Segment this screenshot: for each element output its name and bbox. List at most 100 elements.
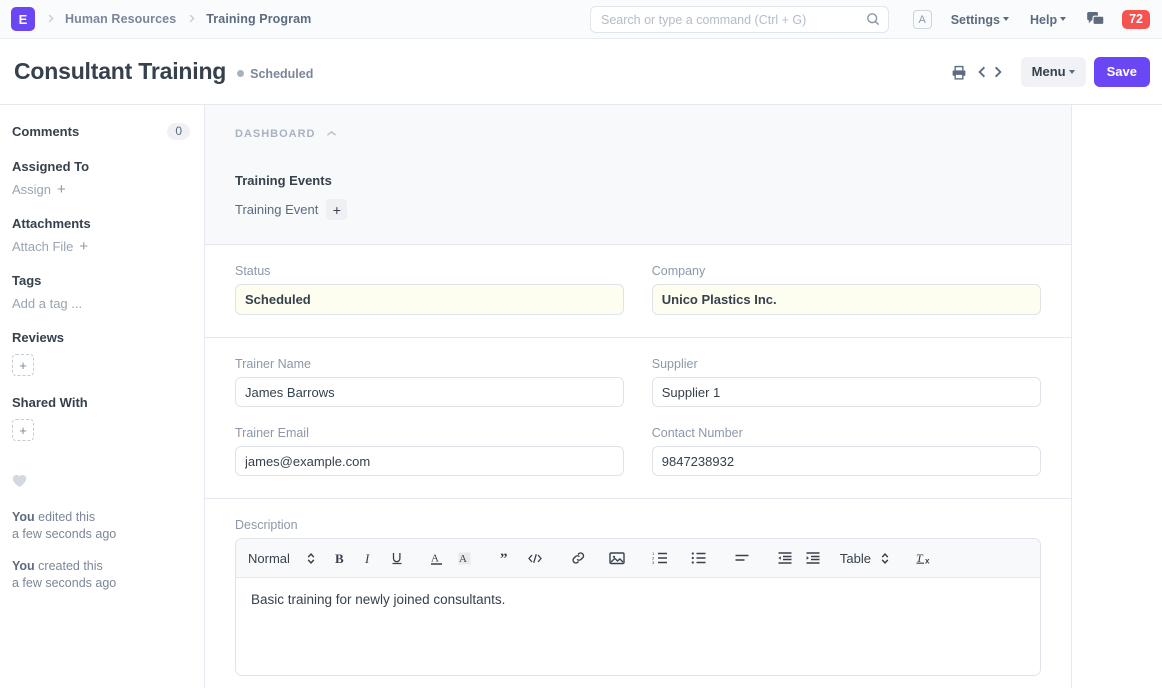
print-icon[interactable] <box>950 64 968 81</box>
code-icon[interactable] <box>523 546 548 571</box>
ordered-list-icon[interactable]: 123 <box>648 546 673 571</box>
navbar-right-actions: A Settings Help 72 <box>912 0 1150 39</box>
tags-label: Tags <box>12 273 42 288</box>
search-container <box>590 6 889 33</box>
comments-count-badge: 0 <box>167 123 190 140</box>
add-review-button[interactable]: + <box>12 354 34 376</box>
breadcrumb-separator-icon <box>45 13 56 26</box>
chevron-down-icon-3 <box>1068 69 1075 74</box>
outdent-icon[interactable] <box>773 546 798 571</box>
activity-created-action: created this <box>34 559 103 573</box>
trainer-name-input[interactable] <box>235 377 624 407</box>
activity-created-who: You <box>12 559 35 573</box>
training-events-heading: Training Events <box>235 173 332 188</box>
chevron-updown-icon-2 <box>880 552 890 565</box>
blockquote-icon[interactable]: ” <box>495 546 520 571</box>
chevron-updown-icon <box>306 552 316 565</box>
field-trainer-name: Trainer Name <box>235 357 624 407</box>
font-color-icon[interactable]: A <box>424 546 449 571</box>
company-input[interactable] <box>651 284 1041 315</box>
trainer-email-input[interactable] <box>235 446 624 476</box>
top-navbar: E Human Resources Training Program A Set… <box>0 0 1162 39</box>
page-title: Consultant Training <box>14 58 227 84</box>
text-style-select[interactable]: Normal <box>248 551 316 566</box>
italic-icon[interactable]: I <box>357 546 382 571</box>
page-body: Comments 0 Assigned To Assign + Attachme… <box>0 105 1162 688</box>
save-button[interactable]: Save <box>1093 57 1150 87</box>
svg-text:x: x <box>925 556 930 565</box>
right-gutter <box>1071 105 1162 688</box>
field-contact-number: Contact Number <box>651 426 1041 476</box>
search-input[interactable] <box>590 6 889 33</box>
clear-formatting-icon[interactable]: Tx <box>912 546 937 571</box>
training-event-link[interactable]: Training Event <box>235 202 318 217</box>
breadcrumb-training-program[interactable]: Training Program <box>206 12 311 26</box>
sidebar-section-reviews: Reviews + <box>12 330 190 376</box>
field-company: Company <box>651 264 1041 315</box>
activity-edited-action: edited this <box>34 510 96 524</box>
form-section-trainer: Trainer Name Supplier Trainer Email Cont… <box>205 338 1071 499</box>
sidebar-section-comments: Comments 0 <box>12 123 190 140</box>
status-input[interactable] <box>235 284 624 315</box>
breadcrumb-human-resources[interactable]: Human Resources <box>65 12 176 26</box>
image-icon[interactable] <box>605 546 630 571</box>
reviews-label: Reviews <box>12 330 65 345</box>
chevron-down-icon <box>1003 17 1009 22</box>
highlight-color-icon[interactable]: A <box>452 546 477 571</box>
svg-text:A: A <box>431 552 439 564</box>
field-trainer-email: Trainer Email <box>235 426 624 476</box>
description-editor-content[interactable]: Basic training for newly joined consulta… <box>236 578 1040 675</box>
notification-badge[interactable]: 72 <box>1122 9 1150 30</box>
sidebar-section-assigned-to: Assigned To Assign + <box>12 159 190 197</box>
menu-label: Menu <box>1031 64 1066 79</box>
underline-icon[interactable] <box>385 546 410 571</box>
description-field-label: Description <box>235 518 298 532</box>
link-icon[interactable] <box>566 546 591 571</box>
bold-icon[interactable]: B <box>329 546 354 571</box>
svg-text:”: ” <box>500 551 508 565</box>
status-dot-icon <box>237 70 245 77</box>
editor-toolbar: Normal B I A A ” 1 2 3 Table T x <box>236 539 1040 578</box>
search-icon[interactable] <box>865 11 881 27</box>
assign-button[interactable]: Assign + <box>12 182 190 197</box>
add-shared-user-button[interactable]: + <box>12 419 34 441</box>
field-status: Status <box>235 264 624 315</box>
svg-text:3: 3 <box>652 560 655 565</box>
sidebar-section-shared-with: Shared With + <box>12 395 190 441</box>
attach-file-button[interactable]: Attach File + <box>12 239 190 254</box>
comments-label[interactable]: Comments <box>12 124 79 139</box>
table-select[interactable]: Table <box>840 551 890 566</box>
svg-text:B: B <box>335 551 344 566</box>
help-dropdown[interactable]: Help <box>1030 13 1067 27</box>
indent-icon[interactable] <box>801 546 826 571</box>
previous-document-icon[interactable] <box>975 64 990 80</box>
next-document-icon[interactable] <box>990 64 1005 80</box>
menu-button[interactable]: Menu <box>1020 57 1086 87</box>
training-event-link-row: Training Event + <box>235 199 1041 220</box>
chat-icon[interactable] <box>1087 12 1105 27</box>
contact-number-input[interactable] <box>651 446 1041 476</box>
supplier-field-label: Supplier <box>651 357 698 371</box>
like-heart-icon[interactable] <box>12 474 27 488</box>
main-content: DASHBOARD Training Events Training Event… <box>205 105 1072 688</box>
settings-dropdown[interactable]: Settings <box>951 13 1009 27</box>
app-logo[interactable]: E <box>11 7 35 31</box>
avatar[interactable]: A <box>912 10 932 29</box>
dashboard-section-title: DASHBOARD <box>235 127 316 140</box>
add-training-event-button[interactable]: + <box>326 199 348 220</box>
status-label: Scheduled <box>250 66 314 81</box>
field-supplier: Supplier <box>651 357 1041 407</box>
activity-edited-who: You <box>12 510 35 524</box>
sidebar: Comments 0 Assigned To Assign + Attachme… <box>0 105 205 688</box>
company-field-label: Company <box>651 264 706 278</box>
assigned-to-label: Assigned To <box>12 159 90 174</box>
align-icon[interactable] <box>730 546 755 571</box>
sidebar-section-attachments: Attachments Attach File + <box>12 216 190 254</box>
supplier-input[interactable] <box>651 377 1041 407</box>
add-tag-input[interactable]: Add a tag ... <box>12 296 190 311</box>
dashboard-section-header[interactable]: DASHBOARD <box>235 127 1041 140</box>
bullet-list-icon[interactable] <box>687 546 712 571</box>
settings-label: Settings <box>950 12 1000 27</box>
attachments-label: Attachments <box>12 216 91 231</box>
activity-edited: You edited this a few seconds ago <box>12 509 190 543</box>
